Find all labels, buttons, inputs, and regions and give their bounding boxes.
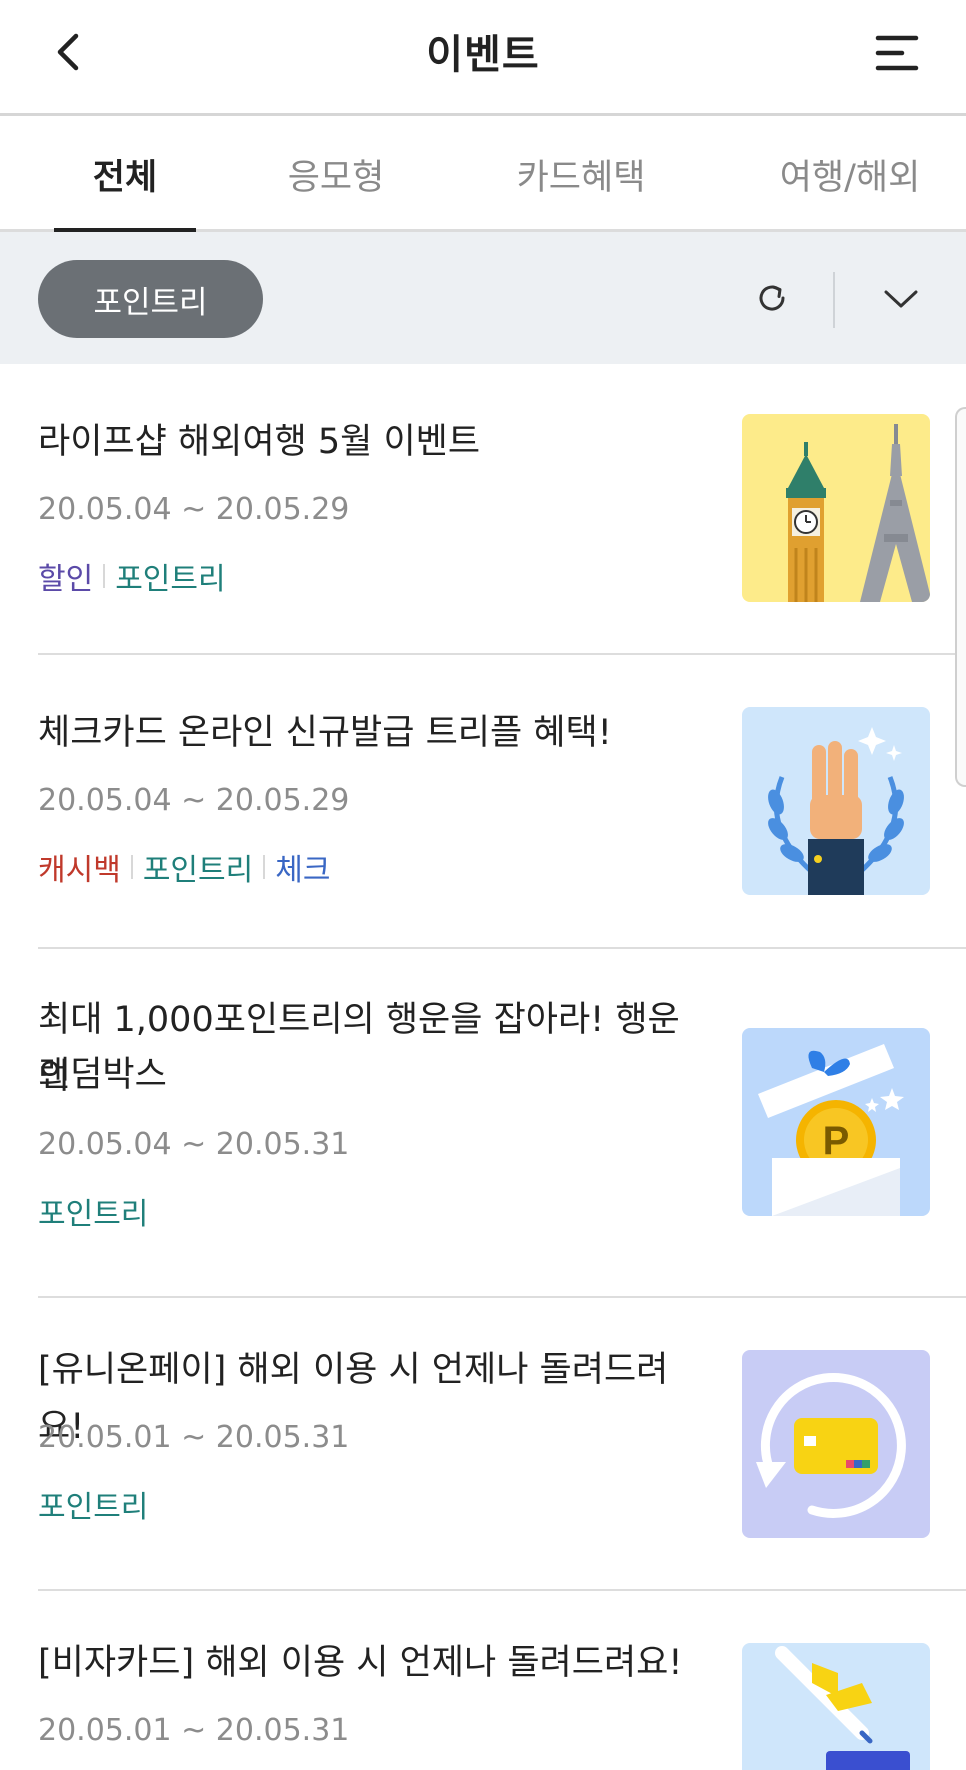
landmarks-icon	[742, 414, 930, 602]
tag-pointree: 포인트리	[142, 853, 254, 888]
tag-pointree: 포인트리	[115, 562, 226, 597]
event-title: 체크카드 온라인 신규발급 트리플 혜택!	[38, 713, 612, 753]
row-divider	[38, 947, 966, 949]
event-title: 라이프샵 해외여행 5월 이벤트	[38, 422, 481, 462]
tab-card-benefits[interactable]: 카드혜택	[500, 116, 662, 232]
event-date: 20.05.04 ~ 20.05.29	[38, 492, 350, 527]
event-date: 20.05.04 ~ 20.05.29	[38, 783, 350, 818]
filter-bar: 포인트리	[0, 232, 966, 364]
tag-separator	[103, 564, 106, 588]
row-divider	[38, 653, 966, 655]
tag-check: 체크	[275, 853, 331, 888]
tab-travel-overseas[interactable]: 여행/해외	[770, 116, 930, 232]
event-tags: 포인트리	[38, 1482, 148, 1526]
event-date: 20.05.04 ~ 20.05.31	[38, 1127, 350, 1162]
refresh-icon	[759, 285, 785, 311]
event-thumbnail	[742, 414, 930, 602]
page-title: 이벤트	[426, 32, 540, 78]
gift-box-coin-icon: P	[742, 1028, 930, 1216]
menu-button[interactable]	[872, 30, 922, 76]
filter-chip-pointree[interactable]: 포인트리	[38, 260, 263, 338]
chevron-down-icon	[884, 290, 918, 308]
tag-pointree: 포인트리	[38, 1490, 149, 1525]
tag-cashback: 캐시백	[38, 853, 121, 888]
card-cycle-icon	[742, 1350, 930, 1538]
category-tabs: 전체 응모형 카드혜택 여행/해외	[0, 116, 966, 233]
event-tags: 캐시백 포인트리 체크	[38, 845, 330, 889]
coin-letter: P	[823, 1119, 850, 1163]
three-fingers-laurel-icon	[742, 707, 930, 895]
tag-separator	[263, 855, 266, 879]
event-tags: 할인 포인트리	[38, 554, 226, 598]
event-title-line2: 랜덤박스	[38, 1055, 167, 1095]
event-thumbnail	[742, 707, 930, 895]
event-date: 20.05.01 ~ 20.05.31	[38, 1713, 350, 1748]
event-title: [비자카드] 해외 이용 시 언제나 돌려드려요!	[38, 1643, 683, 1683]
tab-entry[interactable]: 응모형	[265, 116, 407, 232]
refresh-button[interactable]	[752, 278, 792, 318]
event-thumbnail: P	[742, 1028, 930, 1216]
row-divider	[38, 1589, 966, 1591]
event-tags: 포인트리	[38, 1189, 148, 1233]
tag-discount: 할인	[38, 562, 94, 597]
tab-all[interactable]: 전체	[54, 116, 196, 233]
row-divider	[38, 1296, 966, 1298]
event-thumbnail	[742, 1643, 930, 1770]
menu-icon	[875, 35, 919, 71]
filter-divider	[833, 272, 835, 328]
scroll-indicator[interactable]	[955, 407, 966, 787]
expand-filter-button[interactable]	[880, 284, 922, 314]
tag-separator	[130, 855, 133, 879]
event-date: 20.05.01 ~ 20.05.31	[38, 1420, 350, 1455]
app-header: 이벤트	[0, 0, 966, 116]
airplane-icon	[742, 1643, 930, 1770]
tag-pointree: 포인트리	[38, 1197, 149, 1232]
event-thumbnail	[742, 1350, 930, 1538]
